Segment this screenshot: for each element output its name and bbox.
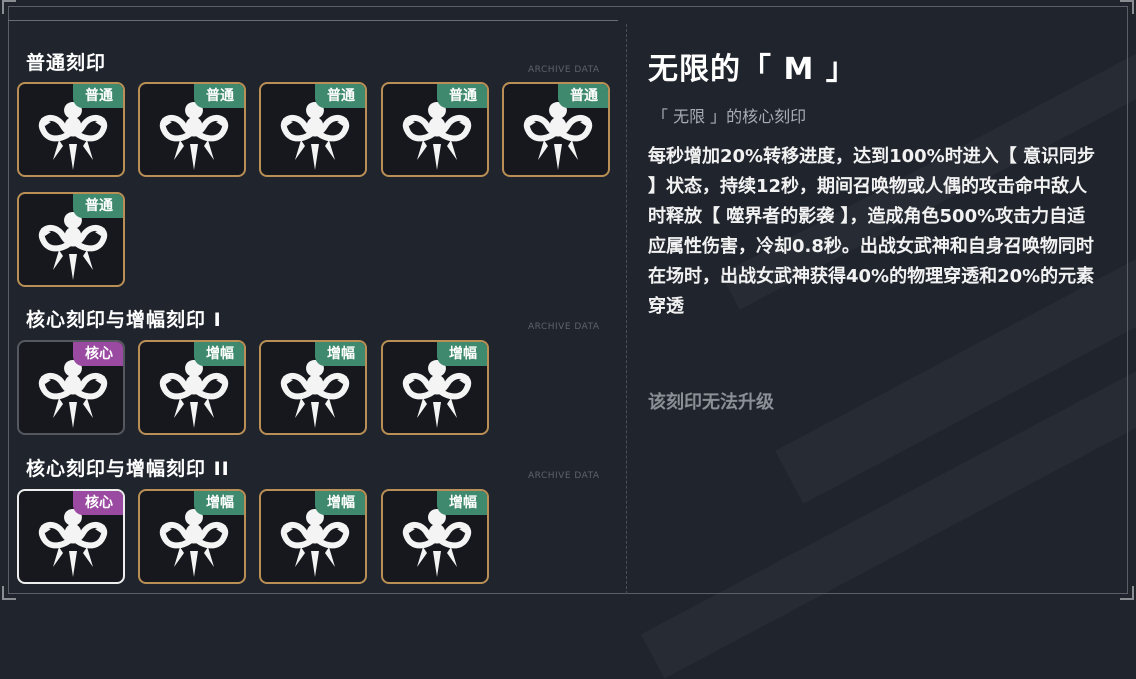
imprint-card-amp[interactable]: 增幅 <box>138 489 246 584</box>
panel-frame-line <box>8 20 618 21</box>
archive-tag: ARCHIVE DATA <box>528 65 600 75</box>
badge-amp: 增幅 <box>315 342 365 366</box>
badge-core: 核心 <box>73 342 123 366</box>
frame-corner <box>1120 0 1134 14</box>
frame-corner <box>2 0 16 14</box>
frame-corner <box>2 586 16 600</box>
badge-normal: 普通 <box>73 84 123 108</box>
frame-corner <box>1120 586 1134 600</box>
badge-normal: 普通 <box>73 194 123 218</box>
imprint-card-normal[interactable]: 普通 <box>17 192 125 287</box>
imprint-card-core[interactable]: 核心 <box>17 340 125 435</box>
badge-amp: 增幅 <box>194 491 244 515</box>
imprint-card-amp[interactable]: 增幅 <box>138 340 246 435</box>
section-title-core-amp-2: 核心刻印与增幅刻印 II <box>26 458 230 480</box>
imprint-card-normal[interactable]: 普通 <box>259 82 367 177</box>
imprint-description: 每秒增加20%转移进度，达到100%时进入【 意识同步 】状态，持续12秒，期间… <box>648 146 1095 317</box>
badge-amp: 增幅 <box>194 342 244 366</box>
imprint-card-amp[interactable]: 增幅 <box>259 340 367 435</box>
badge-normal: 普通 <box>558 84 608 108</box>
imprint-card-normal[interactable]: 普通 <box>502 82 610 177</box>
archive-tag: ARCHIVE DATA <box>528 471 600 481</box>
badge-amp: 增幅 <box>315 491 365 515</box>
imprint-card-amp[interactable]: 增幅 <box>259 489 367 584</box>
imprint-card-amp[interactable]: 增幅 <box>381 340 489 435</box>
upgrade-status: 该刻印无法升级 <box>648 392 774 413</box>
imprint-title: 无限的「 M 」 <box>648 52 857 87</box>
imprint-card-core-selected[interactable]: 核心 <box>17 489 125 584</box>
imprint-card-normal[interactable]: 普通 <box>381 82 489 177</box>
badge-amp: 增幅 <box>437 342 487 366</box>
imprint-subtitle: 「 无限 」的核心刻印 <box>652 107 807 126</box>
section-title-core-amp-1: 核心刻印与增幅刻印 I <box>26 309 222 331</box>
badge-normal: 普通 <box>437 84 487 108</box>
panel-divider <box>626 24 627 594</box>
badge-normal: 普通 <box>315 84 365 108</box>
section-title-normal: 普通刻印 <box>26 52 107 74</box>
archive-tag: ARCHIVE DATA <box>528 322 600 332</box>
imprint-card-normal[interactable]: 普通 <box>138 82 246 177</box>
imprint-card-amp[interactable]: 增幅 <box>381 489 489 584</box>
badge-core: 核心 <box>73 491 123 515</box>
badge-normal: 普通 <box>194 84 244 108</box>
imprint-card-normal[interactable]: 普通 <box>17 82 125 177</box>
badge-amp: 增幅 <box>437 491 487 515</box>
